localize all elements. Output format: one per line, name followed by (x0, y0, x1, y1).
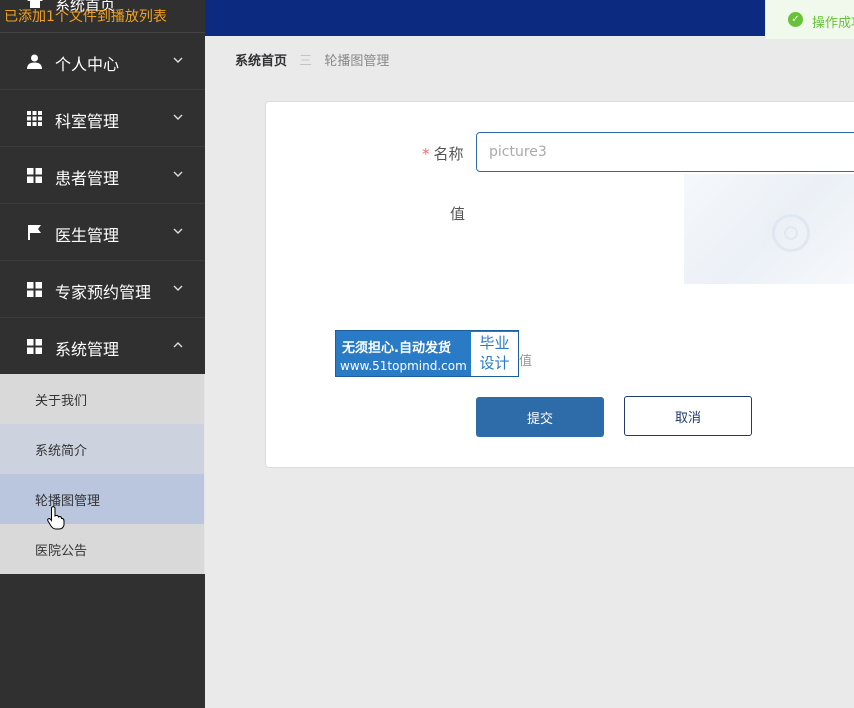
breadcrumb: 系统首页 三 轮播图管理 (235, 50, 389, 69)
sidebar-item-personal-center[interactable]: 个人中心 (0, 33, 205, 90)
chevron-down-icon (173, 228, 183, 234)
breadcrumb-separator: 三 (299, 54, 313, 69)
submenu-item-carousel[interactable]: 轮播图管理 (0, 474, 205, 524)
preview-decor (784, 226, 798, 240)
top-bar (205, 0, 854, 36)
success-toast: ✓ 操作成功 (765, 0, 854, 40)
breadcrumb-home[interactable]: 系统首页 (235, 54, 287, 69)
breadcrumb-current: 轮播图管理 (324, 54, 390, 69)
sidebar-item-label: 科室管理 (55, 112, 120, 131)
sidebar-item-label: 个人中心 (55, 55, 120, 74)
image-preview[interactable] (684, 174, 854, 284)
cancel-button[interactable]: 取消 (624, 396, 752, 436)
apps-icon (27, 282, 42, 297)
sidebar-item-department[interactable]: 科室管理 (0, 90, 205, 147)
watermark-url: www.51topmind.com (340, 359, 467, 373)
submenu-item-system-intro[interactable]: 系统简介 (0, 424, 205, 474)
chevron-down-icon (173, 171, 183, 177)
submit-button[interactable]: 提交 (476, 397, 604, 437)
submenu-item-label: 系统简介 (35, 444, 88, 459)
flag-icon (28, 225, 41, 240)
submenu-item-label: 关于我们 (35, 394, 88, 409)
chevron-down-icon (173, 285, 183, 291)
playlist-notice: 已添加1个文件到播放列表 (4, 9, 167, 25)
sidebar-item-label: 医生管理 (55, 226, 120, 245)
required-mark: * (422, 145, 430, 163)
submenu-item-label: 医院公告 (35, 544, 88, 559)
app-root: 系统首页 个人中心 科室管理 患者管理 医生管理 专家预约管理 系统管理 关于我… (0, 0, 854, 708)
apps-icon (27, 339, 42, 354)
chevron-down-icon (173, 57, 183, 63)
submenu-item-about-us[interactable]: 关于我们 (0, 374, 205, 424)
hand-cursor-icon (47, 506, 65, 530)
sidebar-item-patient[interactable]: 患者管理 (0, 147, 205, 204)
watermark-badge-top: 毕业 (479, 334, 510, 352)
sidebar: 系统首页 个人中心 科室管理 患者管理 医生管理 专家预约管理 系统管理 关于我… (0, 0, 205, 708)
user-icon (27, 54, 42, 69)
system-submenu: 关于我们 系统简介 轮播图管理 医院公告 (0, 374, 205, 574)
value-label: 值 (450, 205, 466, 223)
submenu-item-hospital-notice[interactable]: 医院公告 (0, 524, 205, 574)
chevron-up-icon (173, 342, 183, 348)
check-circle-icon: ✓ (788, 12, 803, 27)
name-label: * 名称 (422, 143, 464, 164)
sidebar-item-system[interactable]: 系统管理 (0, 318, 205, 375)
sidebar-item-label: 专家预约管理 (55, 283, 152, 302)
sidebar-item-label: 系统管理 (55, 340, 120, 359)
submenu-item-label: 轮播图管理 (35, 494, 101, 509)
watermark-text: 无须担心.自动发货 (342, 341, 451, 356)
chevron-down-icon (173, 114, 183, 120)
watermark-logo: 无须担心.自动发货 www.51topmind.com 毕业 设计 (335, 330, 519, 377)
watermark-badge: 毕业 设计 (471, 332, 518, 376)
sidebar-item-label: 患者管理 (55, 169, 120, 188)
name-input[interactable] (476, 132, 854, 172)
grid-icon (27, 111, 42, 126)
apps-icon (27, 168, 42, 183)
toast-text: 操作成功 (812, 16, 854, 31)
sidebar-item-expert-appointment[interactable]: 专家预约管理 (0, 261, 205, 318)
watermark-badge-bottom: 设计 (479, 354, 510, 372)
name-label-text: 名称 (433, 145, 464, 163)
value-hint: 值 (519, 354, 533, 369)
sidebar-item-doctor[interactable]: 医生管理 (0, 204, 205, 261)
